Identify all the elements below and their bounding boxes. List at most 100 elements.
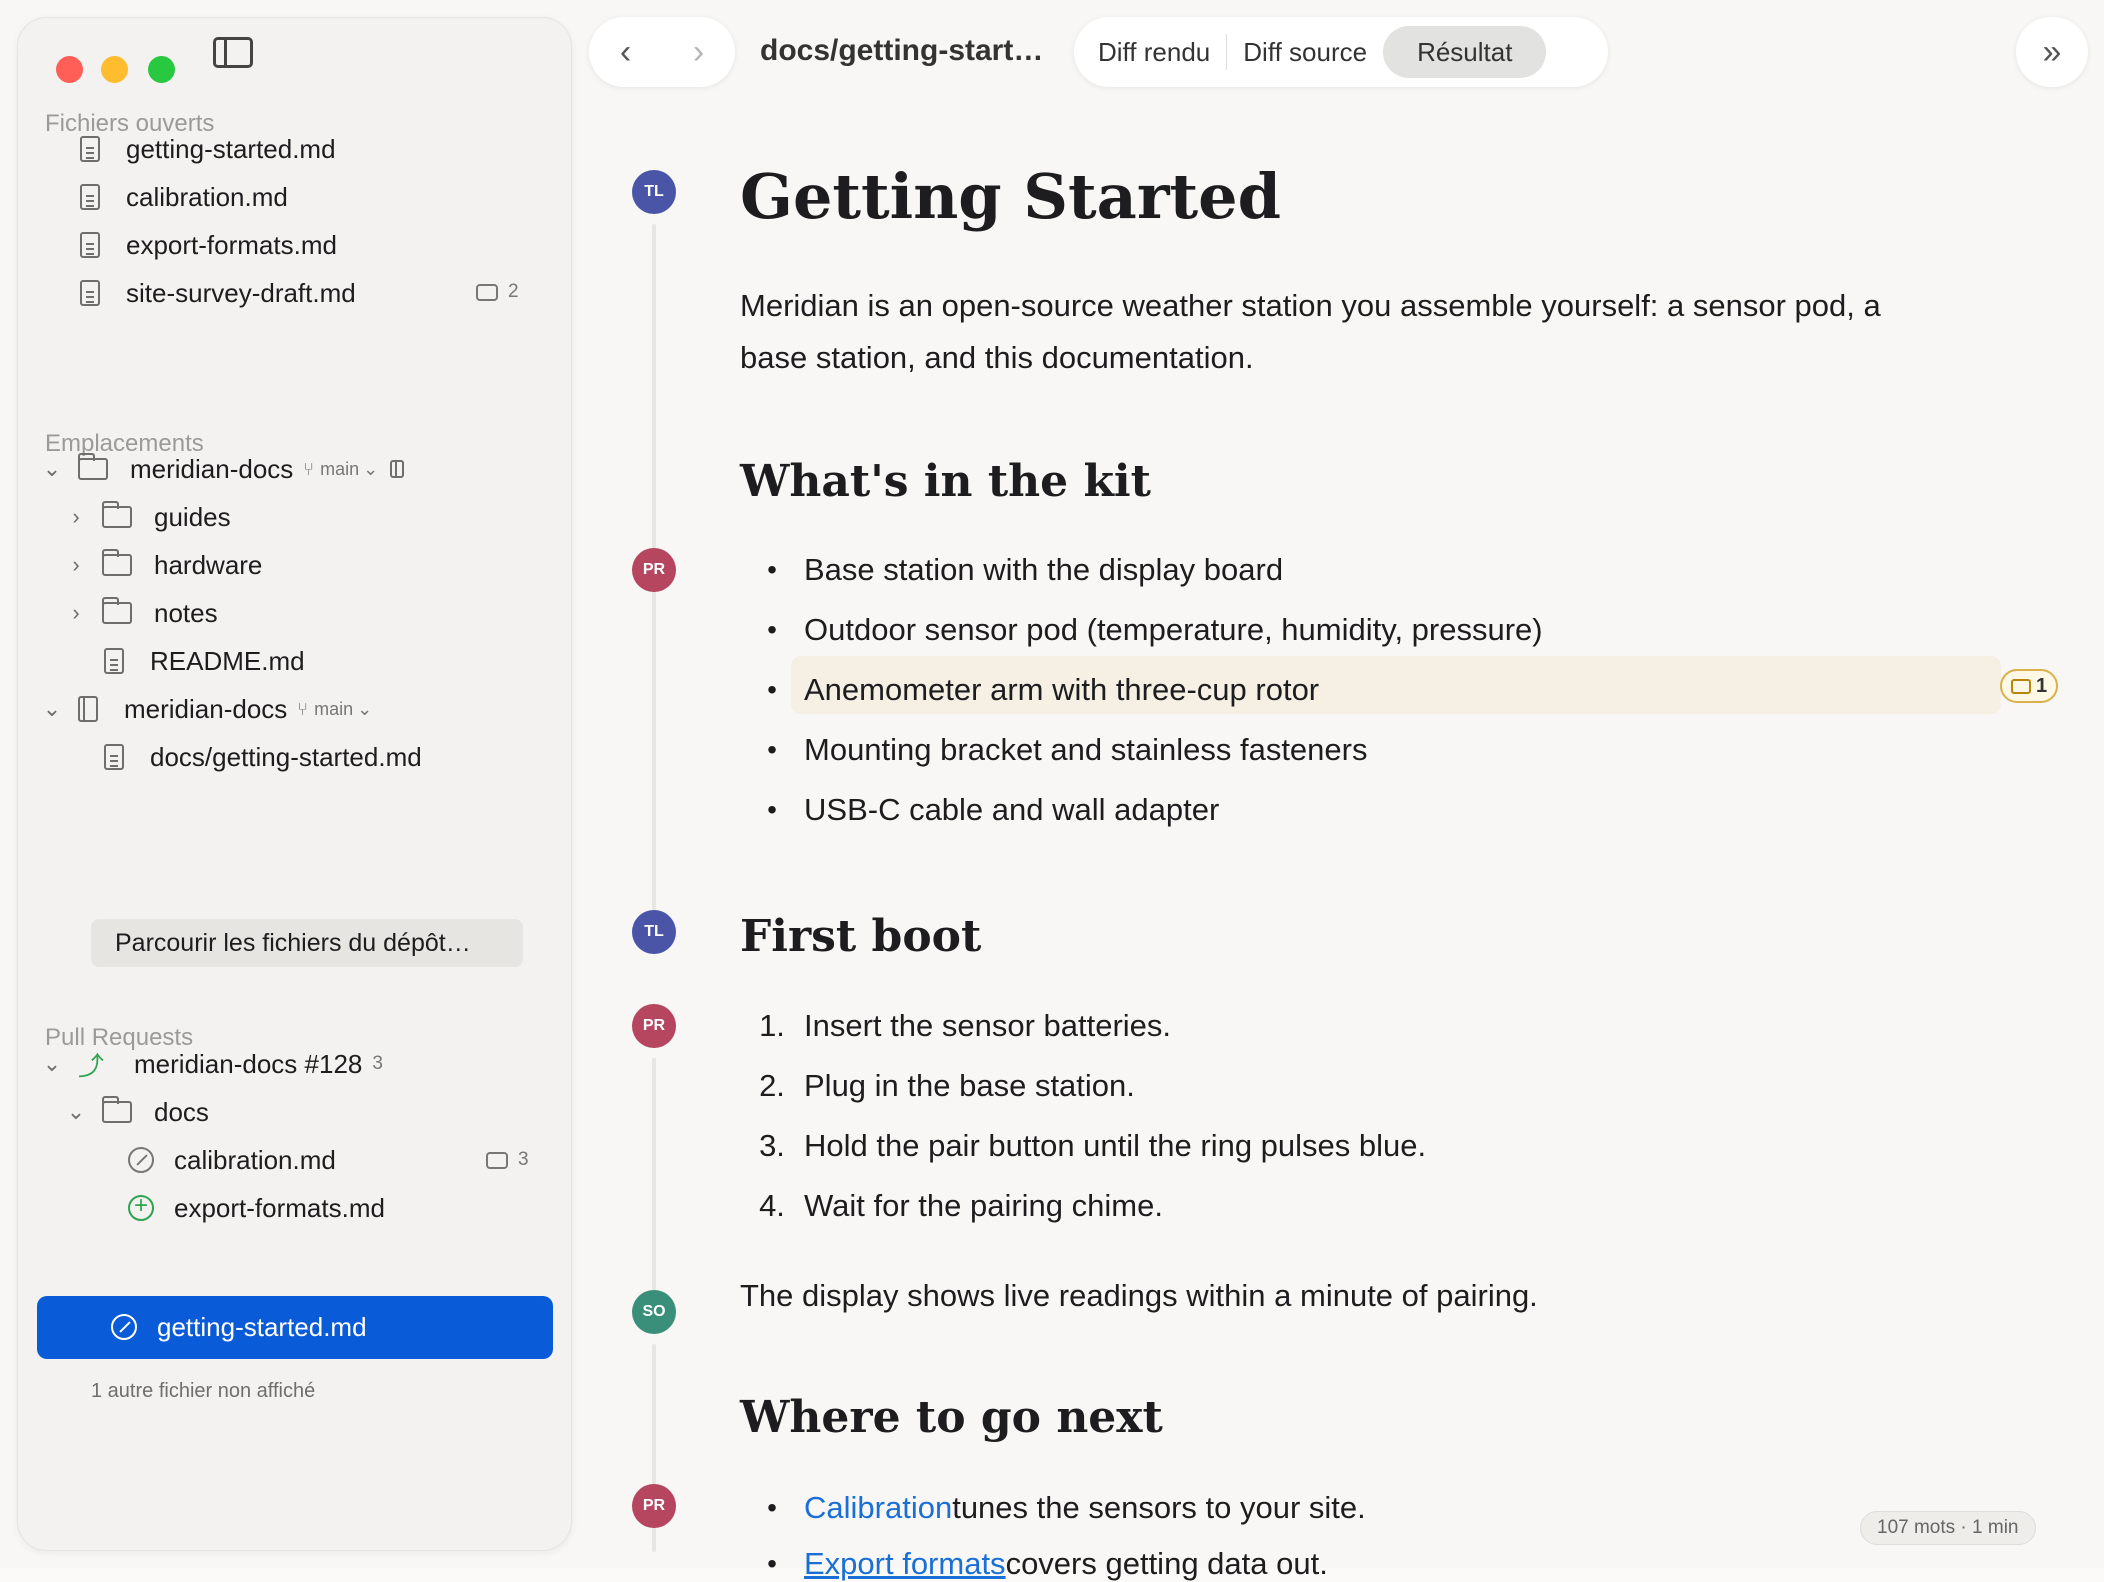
sidebar-toggle-icon[interactable] <box>213 37 253 68</box>
pr-file-item[interactable]: export-formats.md <box>128 1180 385 1236</box>
pull-request-icon: ⤴ <box>78 1050 105 1081</box>
file-icon <box>80 232 100 258</box>
back-arrow-icon[interactable]: ‹ <box>620 33 631 72</box>
double-chevron-right-icon[interactable]: » <box>2016 17 2088 87</box>
folder-icon <box>102 597 132 624</box>
list-item: • Base station with the display board <box>740 552 1283 588</box>
open-file-label: calibration.md <box>126 181 288 212</box>
chevron-right-icon[interactable]: › <box>64 552 88 578</box>
kit-heading: What's in the kit <box>740 456 1151 507</box>
bullet: • <box>767 614 777 645</box>
folder-label: notes <box>154 597 218 628</box>
book-icon <box>78 696 98 722</box>
added-icon <box>128 1192 154 1221</box>
comment-badge[interactable]: 1 <box>2000 669 2058 703</box>
comment-icon <box>476 283 498 301</box>
branch-label[interactable]: main <box>314 699 353 720</box>
folder-label: docs <box>154 1096 209 1127</box>
chevron-down-icon[interactable]: ⌄ <box>40 456 64 482</box>
export-formats-link[interactable]: Export formats <box>804 1546 1006 1582</box>
bullet: • <box>767 1548 777 1579</box>
folder-icon <box>102 1096 132 1123</box>
author-avatar[interactable]: TL <box>632 170 676 214</box>
modified-icon <box>111 1314 137 1340</box>
calibration-link[interactable]: Calibration <box>804 1490 952 1526</box>
word-count-badge: 107 mots · 1 min <box>1860 1511 2036 1545</box>
ordered-list-item: 3. Hold the pair button until the ring pu… <box>759 1128 1427 1163</box>
list-item: • Anemometer arm with three-cup rotor <box>740 672 1319 708</box>
author-avatar[interactable]: TL <box>632 910 676 954</box>
document-view: TL PR TL PR SO PR Getting Started Meridi… <box>600 100 2104 1581</box>
tab-resultat[interactable]: Résultat <box>1383 26 1547 78</box>
folder-icon <box>102 501 132 528</box>
file-icon <box>80 136 100 162</box>
branch-label[interactable]: main <box>320 459 359 480</box>
chevron-down-icon[interactable]: ⌄ <box>40 696 64 722</box>
open-file-label: site-survey-draft.md <box>126 277 356 308</box>
forward-arrow-icon[interactable]: › <box>693 33 704 72</box>
pr-file-label: getting-started.md <box>157 1311 367 1342</box>
book-icon <box>390 460 405 478</box>
intro-line: base station, and this documentation. <box>740 340 1254 375</box>
file-icon <box>104 648 124 674</box>
chevron-right-icon[interactable]: › <box>64 600 88 626</box>
modified-icon <box>128 1147 154 1173</box>
repo-label: meridian-docs <box>124 693 288 724</box>
pr-file-row: getting-started.md <box>111 1299 367 1355</box>
document-title: docs/getting-start… <box>760 34 1044 67</box>
chevron-down-icon[interactable]: ⌄ <box>363 459 378 480</box>
comment-icon <box>486 1151 508 1169</box>
author-avatar[interactable]: SO <box>632 1290 676 1334</box>
comment-icon <box>2010 678 2031 694</box>
hidden-files-note: 1 autre fichier non affiché <box>91 1380 316 1402</box>
list-item: • Outdoor sensor pod (temperature, humidi… <box>740 612 1543 648</box>
close-window-button[interactable] <box>56 56 83 83</box>
list-item: • Export formats covers getting data out… <box>740 1546 1328 1582</box>
bullet: • <box>767 734 777 765</box>
chevron-right-icon[interactable]: › <box>64 504 88 530</box>
tab-diff-rendu[interactable]: Diff rendu <box>1082 26 1226 78</box>
bullet: • <box>767 554 777 585</box>
minimize-window-button[interactable] <box>101 56 128 83</box>
author-avatar[interactable]: PR <box>632 548 676 592</box>
bullet: • <box>767 794 777 825</box>
pr-file-item-selected[interactable]: getting-started.md <box>37 1296 553 1359</box>
author-avatar[interactable]: PR <box>632 1484 676 1528</box>
ordered-list-item: 4. Wait for the pairing chime. <box>759 1188 1163 1223</box>
list-item: • Mounting bracket and stainless fastener… <box>740 732 1367 768</box>
bullet: • <box>767 674 777 705</box>
open-file-label: export-formats.md <box>126 229 337 260</box>
list-item: • Calibration tunes the sensors to your … <box>740 1490 1366 1526</box>
next-heading: Where to go next <box>740 1392 1163 1443</box>
ordered-list-item: 2. Plug in the base station. <box>759 1068 1135 1103</box>
branch-icon: ⑂ <box>297 698 309 719</box>
folder-icon <box>102 549 132 576</box>
sidebar: Fichiers ouverts getting-started.md cali… <box>17 17 572 1551</box>
ordered-list-item: 1. Insert the sensor batteries. <box>759 1008 1172 1043</box>
display-paragraph: The display shows live readings within a… <box>740 1278 1538 1313</box>
attribution-line <box>652 602 656 932</box>
tab-diff-source[interactable]: Diff source <box>1227 26 1383 78</box>
intro-line: Meridian is an open-source weather stati… <box>740 288 1881 323</box>
pr-file-label: calibration.md <box>174 1144 336 1175</box>
file-label: README.md <box>150 645 305 676</box>
browse-repo-button[interactable]: Parcourir les fichiers du dépôt… <box>91 919 523 967</box>
navigation-controls: ‹ › <box>589 17 735 87</box>
file-label: docs/getting-started.md <box>150 741 422 772</box>
file-item[interactable]: docs/getting-started.md <box>104 729 422 785</box>
app-window: Fichiers ouverts getting-started.md cali… <box>0 0 2104 1581</box>
chevron-down-icon[interactable]: ⌄ <box>64 1099 88 1125</box>
comment-count: 3 <box>486 1149 529 1171</box>
view-mode-tabs: Diff rendu Diff source Résultat <box>1074 17 1608 87</box>
pr-file-label: export-formats.md <box>174 1192 385 1223</box>
chevron-down-icon[interactable]: ⌄ <box>40 1051 64 1077</box>
chevron-down-icon[interactable]: ⌄ <box>357 699 372 720</box>
list-item: • USB-C cable and wall adapter <box>740 792 1219 828</box>
open-file-item[interactable]: site-survey-draft.md <box>80 265 356 321</box>
file-icon <box>104 744 124 770</box>
author-avatar[interactable]: PR <box>632 1004 676 1048</box>
zoom-window-button[interactable] <box>148 56 175 83</box>
file-icon <box>80 280 100 306</box>
branch-icon: ⑂ <box>303 458 315 479</box>
pull-request-label: meridian-docs #128 <box>134 1048 363 1079</box>
